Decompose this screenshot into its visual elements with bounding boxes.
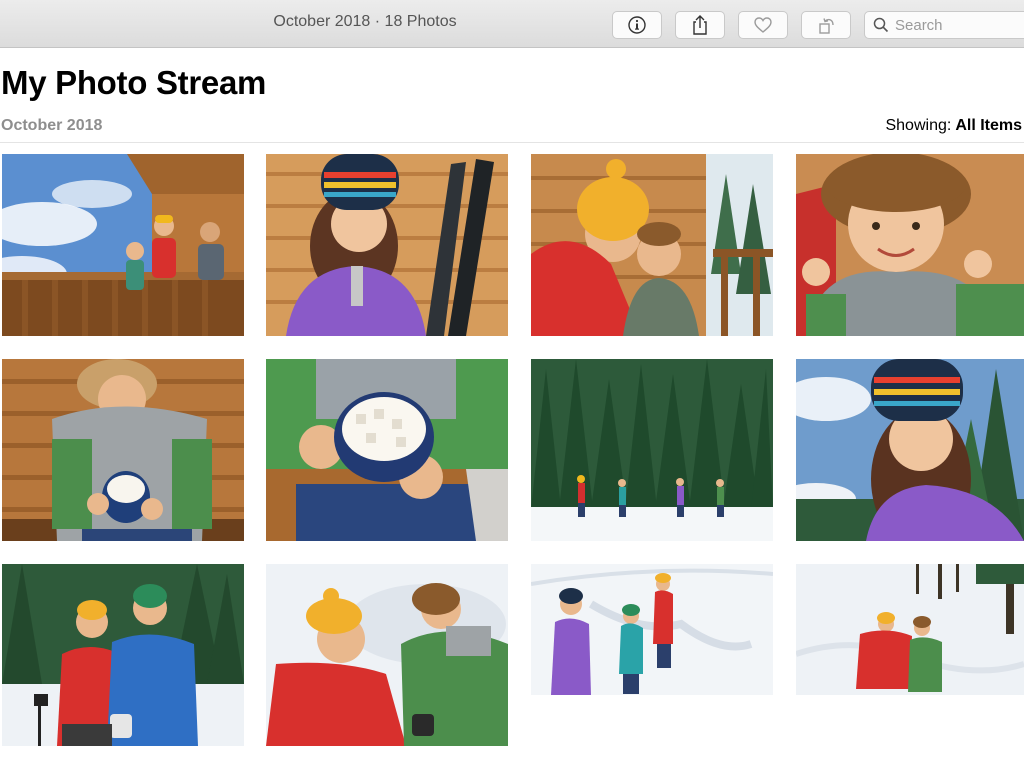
- photo-thumbnail[interactable]: [266, 359, 508, 541]
- page-title: My Photo Stream: [1, 64, 267, 101]
- toolbar: October 2018 · 18 Photos: [0, 0, 1024, 48]
- info-button[interactable]: [612, 11, 662, 39]
- photo-thumbnail[interactable]: [531, 564, 773, 695]
- photo-thumbnail[interactable]: [531, 154, 773, 336]
- photo-image: [796, 564, 1024, 695]
- share-icon: [693, 15, 707, 35]
- photo-thumbnail[interactable]: [2, 359, 244, 541]
- showing-filter: Showing: All Items: [885, 117, 1022, 135]
- showing-value[interactable]: All Items: [955, 117, 1022, 134]
- photo-image: [2, 359, 244, 541]
- search-icon: [873, 17, 889, 33]
- photo-image: [531, 564, 773, 695]
- rotate-button[interactable]: [801, 11, 851, 39]
- photo-thumbnail[interactable]: [796, 154, 1024, 336]
- share-button[interactable]: [675, 11, 725, 39]
- photo-thumbnail[interactable]: [531, 359, 773, 541]
- photo-image: [796, 359, 1024, 541]
- header-divider: [0, 142, 1024, 143]
- photo-image: [531, 359, 773, 541]
- photo-thumbnail[interactable]: [266, 154, 508, 336]
- photo-thumbnail[interactable]: [796, 359, 1024, 541]
- info-icon: [628, 16, 646, 34]
- photo-image: [2, 564, 244, 746]
- photo-thumbnail[interactable]: [2, 564, 244, 746]
- photo-thumbnail[interactable]: [266, 564, 508, 746]
- photo-image: [796, 154, 1024, 336]
- window-title: October 2018 · 18 Photos: [273, 13, 457, 30]
- photo-image: [266, 154, 508, 336]
- date-subtitle: October 2018: [1, 117, 103, 134]
- rotate-icon: [819, 18, 834, 34]
- photo-image: [531, 154, 773, 336]
- heart-icon: [754, 17, 772, 33]
- photo-image: [266, 564, 508, 746]
- photo-image: [266, 359, 508, 541]
- search-field[interactable]: [864, 11, 1024, 39]
- search-input[interactable]: [895, 16, 1024, 34]
- photo-thumbnail[interactable]: [796, 564, 1024, 695]
- showing-label: Showing:: [885, 117, 952, 134]
- favorite-button[interactable]: [738, 11, 788, 39]
- photo-image: [2, 154, 244, 336]
- photo-thumbnail[interactable]: [2, 154, 244, 336]
